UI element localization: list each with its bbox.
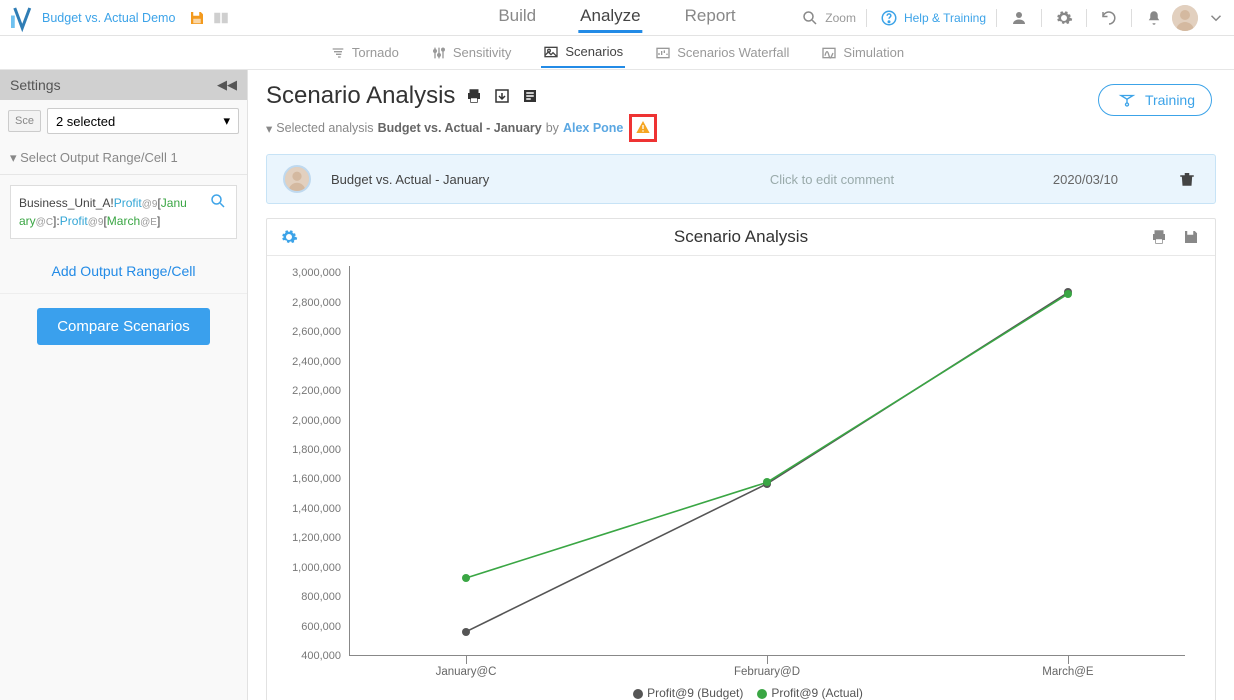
data-point[interactable] [1064, 290, 1072, 298]
y-tick-label: 800,000 [301, 591, 341, 603]
caret-down-icon[interactable]: ▾ [266, 121, 272, 136]
data-point[interactable] [763, 478, 771, 486]
chart-save-icon[interactable] [1182, 228, 1200, 246]
output-formula[interactable]: Business_Unit_A!Profit@9[January@C]:Prof… [10, 185, 237, 239]
chart-legend: Profit@9 (Budget) Profit@9 (Actual) [279, 686, 1203, 700]
tornado-icon [330, 45, 346, 61]
x-tick-label: February@D [734, 666, 800, 678]
tab-build[interactable]: Build [496, 2, 538, 33]
warning-icon[interactable] [635, 119, 651, 138]
app-logo[interactable] [6, 3, 36, 33]
user-icon[interactable] [1010, 9, 1028, 27]
bell-icon[interactable] [1145, 9, 1163, 27]
y-tick-label: 1,600,000 [292, 473, 341, 485]
zoom-label: Zoom [825, 11, 856, 25]
collapse-icon[interactable]: ◀◀ [217, 77, 237, 93]
comment-avatar [283, 165, 311, 193]
scenario-select[interactable]: 2 selected ▾ [47, 108, 239, 134]
legend-label: Profit@9 (Budget) [647, 686, 743, 700]
y-tick-label: 1,400,000 [292, 503, 341, 515]
y-tick-label: 600,000 [301, 621, 341, 633]
subtab-scenarios[interactable]: Scenarios [541, 38, 625, 68]
x-tick-label: March@E [1042, 666, 1093, 678]
sce-label: Sce [8, 110, 41, 132]
x-tick-label: January@C [436, 666, 497, 678]
y-tick-label: 400,000 [301, 650, 341, 662]
avatar[interactable] [1172, 5, 1198, 31]
subtab-sensitivity[interactable]: Sensitivity [429, 39, 514, 67]
training-icon [1118, 91, 1136, 109]
warning-highlight [629, 114, 657, 142]
y-tick-label: 1,000,000 [292, 562, 341, 574]
analysis-comment-card[interactable]: Budget vs. Actual - January Click to edi… [266, 154, 1216, 204]
y-tick-label: 1,800,000 [292, 444, 341, 456]
comment-date: 2020/03/10 [1053, 172, 1118, 187]
comment-hint[interactable]: Click to edit comment [631, 172, 1033, 187]
subtab-waterfall[interactable]: Scenarios Waterfall [653, 39, 791, 67]
y-tick-label: 2,200,000 [292, 385, 341, 397]
tab-report[interactable]: Report [683, 2, 738, 33]
trash-icon[interactable] [1178, 170, 1196, 188]
help-icon [880, 9, 898, 27]
notes-icon[interactable] [521, 87, 539, 105]
book-icon[interactable] [212, 9, 230, 27]
caret-down-icon: ▾ [223, 113, 230, 129]
help-link[interactable]: Help & Training [877, 9, 986, 27]
y-tick-label: 2,800,000 [292, 297, 341, 309]
waterfall-icon [655, 45, 671, 61]
compare-scenarios-button[interactable]: Compare Scenarios [37, 308, 210, 345]
author-link[interactable]: Alex Pone [563, 121, 623, 135]
y-tick-label: 2,400,000 [292, 356, 341, 368]
data-point[interactable] [462, 628, 470, 636]
image-icon [543, 44, 559, 60]
data-point[interactable] [462, 574, 470, 582]
undo-icon[interactable] [1100, 9, 1118, 27]
help-label: Help & Training [904, 11, 986, 25]
explore-icon[interactable] [209, 192, 227, 210]
page-title: Scenario Analysis [266, 82, 1216, 110]
sidebar-header: Settings ◀◀ [0, 70, 247, 100]
subtab-tornado[interactable]: Tornado [328, 39, 401, 67]
y-tick-label: 3,000,000 [292, 267, 341, 279]
simulation-icon [821, 45, 837, 61]
output-section-header[interactable]: ▾ Select Output Range/Cell 1 [0, 142, 247, 175]
chart-print-icon[interactable] [1150, 228, 1168, 246]
y-tick-label: 2,600,000 [292, 326, 341, 338]
settings-sidebar: Settings ◀◀ Sce 2 selected ▾ ▾ Select Ou… [0, 70, 248, 700]
analyze-subtabs: Tornado Sensitivity Scenarios Scenarios … [0, 36, 1234, 70]
file-name[interactable]: Budget vs. Actual Demo [42, 11, 175, 25]
add-output-link[interactable]: Add Output Range/Cell [0, 249, 247, 294]
save-icon[interactable] [188, 9, 206, 27]
legend-label: Profit@9 (Actual) [771, 686, 863, 700]
chevron-down-icon[interactable] [1207, 9, 1225, 27]
y-tick-label: 2,000,000 [292, 415, 341, 427]
y-tick-label: 1,200,000 [292, 532, 341, 544]
tab-analyze[interactable]: Analyze [578, 2, 642, 33]
main-tabs: Build Analyze Report [496, 2, 737, 33]
print-icon[interactable] [465, 87, 483, 105]
selected-analysis-line: ▾ Selected analysis Budget vs. Actual - … [266, 114, 1216, 142]
subtab-simulation[interactable]: Simulation [819, 39, 906, 67]
gear-icon[interactable] [1055, 9, 1073, 27]
export-icon[interactable] [493, 87, 511, 105]
chart-settings-icon[interactable] [280, 228, 298, 246]
sliders-icon [431, 45, 447, 61]
zoom-link[interactable]: Zoom [798, 9, 856, 27]
chart-title: Scenario Analysis [674, 227, 808, 247]
training-button[interactable]: Training [1098, 84, 1212, 116]
search-icon [801, 9, 819, 27]
comment-name: Budget vs. Actual - January [331, 172, 611, 187]
chart-plot: 400,000600,000800,0001,000,0001,200,0001… [349, 266, 1185, 656]
